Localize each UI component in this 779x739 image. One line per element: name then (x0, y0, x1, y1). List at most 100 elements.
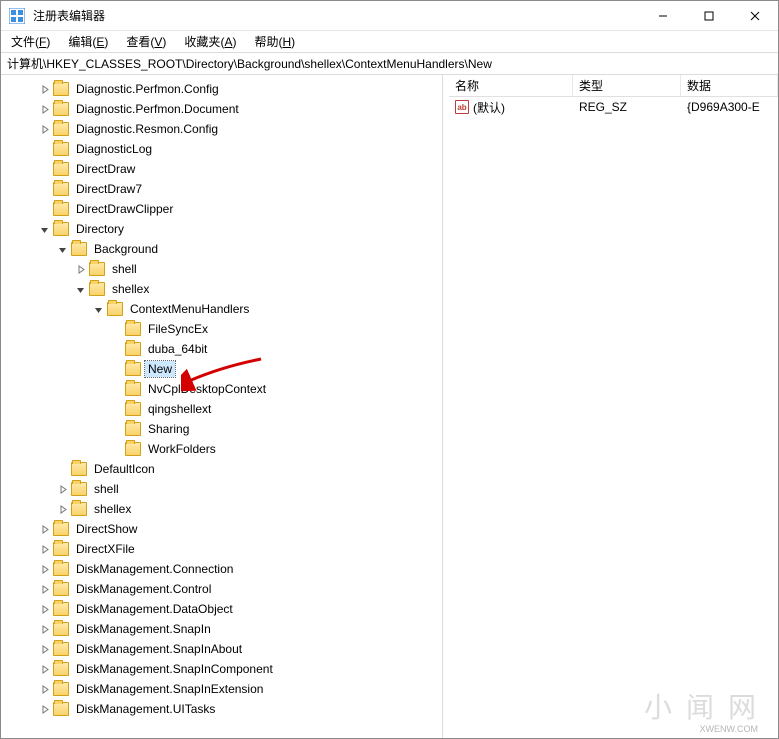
no-toggle-icon (37, 182, 51, 196)
expand-icon[interactable] (37, 102, 51, 116)
window-close-button[interactable] (732, 1, 778, 31)
tree-item-diagnostic-resmon-config[interactable]: Diagnostic.Resmon.Config (1, 119, 442, 139)
collapse-icon[interactable] (55, 242, 69, 256)
tree-item-shellex[interactable]: shellex (1, 279, 442, 299)
list-row[interactable]: ab(默认)REG_SZ{D969A300-E (449, 97, 778, 117)
tree-item-workfolders[interactable]: WorkFolders (1, 439, 442, 459)
collapse-icon[interactable] (73, 282, 87, 296)
tree-item-diskmanagement-snapin[interactable]: DiskManagement.SnapIn (1, 619, 442, 639)
tree-item-directdrawclipper[interactable]: DirectDrawClipper (1, 199, 442, 219)
expand-icon[interactable] (37, 562, 51, 576)
folder-icon (53, 222, 69, 236)
folder-icon (53, 642, 69, 656)
expand-icon[interactable] (37, 622, 51, 636)
tree-item-shell[interactable]: shell (1, 259, 442, 279)
tree-item-directdraw[interactable]: DirectDraw (1, 159, 442, 179)
tree-item-diskmanagement-control[interactable]: DiskManagement.Control (1, 579, 442, 599)
menu-help[interactable]: 帮助(H) (252, 31, 297, 52)
tree-item-duba-64bit[interactable]: duba_64bit (1, 339, 442, 359)
column-header-name[interactable]: 名称 (449, 75, 573, 96)
menu-file[interactable]: 文件(F) (9, 31, 52, 52)
expand-icon[interactable] (37, 542, 51, 556)
tree-item-label: shell (91, 481, 122, 497)
tree-item-diskmanagement-dataobject[interactable]: DiskManagement.DataObject (1, 599, 442, 619)
watermark-url: XWENW.COM (700, 724, 759, 734)
expand-icon[interactable] (37, 602, 51, 616)
collapse-icon[interactable] (91, 302, 105, 316)
content-area: Diagnostic.Perfmon.ConfigDiagnostic.Perf… (1, 75, 778, 738)
no-toggle-icon (109, 442, 123, 456)
folder-icon (125, 362, 141, 376)
tree-pane: Diagnostic.Perfmon.ConfigDiagnostic.Perf… (1, 75, 443, 738)
tree-item-directxfile[interactable]: DirectXFile (1, 539, 442, 559)
expand-icon[interactable] (55, 502, 69, 516)
tree-item-diagnostic-perfmon-config[interactable]: Diagnostic.Perfmon.Config (1, 79, 442, 99)
tree-item-label: Sharing (145, 421, 192, 437)
expand-icon[interactable] (55, 482, 69, 496)
tree-item-diskmanagement-uitasks[interactable]: DiskManagement.UITasks (1, 699, 442, 719)
expand-icon[interactable] (37, 642, 51, 656)
expand-icon[interactable] (37, 702, 51, 716)
no-toggle-icon (109, 362, 123, 376)
tree-item-label: shell (109, 261, 140, 277)
tree-item-sharing[interactable]: Sharing (1, 419, 442, 439)
no-toggle-icon (37, 142, 51, 156)
folder-icon (71, 462, 87, 476)
folder-icon (53, 142, 69, 156)
tree-item-diskmanagement-snapincomponent[interactable]: DiskManagement.SnapInComponent (1, 659, 442, 679)
menu-favorites[interactable]: 收藏夹(A) (182, 31, 238, 52)
tree-item-label: shellex (91, 501, 134, 517)
expand-icon[interactable] (37, 582, 51, 596)
tree-item-diagnosticlog[interactable]: DiagnosticLog (1, 139, 442, 159)
folder-icon (53, 662, 69, 676)
menu-view[interactable]: 查看(V) (124, 31, 168, 52)
window-minimize-button[interactable] (640, 1, 686, 31)
tree-item-nvcpldesktopcontext[interactable]: NvCplDesktopContext (1, 379, 442, 399)
tree-item-label: FileSyncEx (145, 321, 211, 337)
tree-item-label: DirectDraw7 (73, 181, 145, 197)
no-toggle-icon (109, 382, 123, 396)
expand-icon[interactable] (37, 662, 51, 676)
tree-item-shellex[interactable]: shellex (1, 499, 442, 519)
tree-item-new[interactable]: New (1, 359, 442, 379)
window-maximize-button[interactable] (686, 1, 732, 31)
column-header-data[interactable]: 数据 (681, 75, 778, 96)
tree-item-diagnostic-perfmon-document[interactable]: Diagnostic.Perfmon.Document (1, 99, 442, 119)
tree-item-label: DiskManagement.SnapInComponent (73, 661, 276, 677)
menu-edit[interactable]: 编辑(E) (66, 31, 110, 52)
tree-item-defaulticon[interactable]: DefaultIcon (1, 459, 442, 479)
tree-item-contextmenuhandlers[interactable]: ContextMenuHandlers (1, 299, 442, 319)
tree-item-label: DirectDraw (73, 161, 138, 177)
registry-editor-window: 注册表编辑器 文件(F) 编辑(E) 查看(V) 收藏夹(A) 帮助(H) 计算… (0, 0, 779, 739)
folder-icon (53, 682, 69, 696)
expand-icon[interactable] (37, 682, 51, 696)
tree-item-diskmanagement-connection[interactable]: DiskManagement.Connection (1, 559, 442, 579)
tree-item-directdraw7[interactable]: DirectDraw7 (1, 179, 442, 199)
tree-item-label: WorkFolders (145, 441, 219, 457)
tree-item-directshow[interactable]: DirectShow (1, 519, 442, 539)
expand-icon[interactable] (37, 122, 51, 136)
tree-item-diskmanagement-snapinabout[interactable]: DiskManagement.SnapInAbout (1, 639, 442, 659)
no-toggle-icon (109, 402, 123, 416)
folder-icon (53, 562, 69, 576)
address-bar[interactable]: 计算机\HKEY_CLASSES_ROOT\Directory\Backgrou… (1, 53, 778, 75)
expand-icon[interactable] (37, 82, 51, 96)
tree-item-label: DiskManagement.SnapIn (73, 621, 214, 637)
window-controls (640, 1, 778, 31)
list-body[interactable]: ab(默认)REG_SZ{D969A300-E 小闻网 XWENW.COM (449, 97, 778, 738)
column-header-type[interactable]: 类型 (573, 75, 681, 96)
no-toggle-icon (109, 342, 123, 356)
tree-item-label: NvCplDesktopContext (145, 381, 269, 397)
tree-item-shell[interactable]: shell (1, 479, 442, 499)
expand-icon[interactable] (73, 262, 87, 276)
tree-view[interactable]: Diagnostic.Perfmon.ConfigDiagnostic.Perf… (1, 75, 442, 738)
tree-item-qingshellext[interactable]: qingshellext (1, 399, 442, 419)
tree-item-background[interactable]: Background (1, 239, 442, 259)
collapse-icon[interactable] (37, 222, 51, 236)
expand-icon[interactable] (37, 522, 51, 536)
tree-item-label: DiskManagement.Connection (73, 561, 236, 577)
tree-item-filesyncex[interactable]: FileSyncEx (1, 319, 442, 339)
tree-item-diskmanagement-snapinextension[interactable]: DiskManagement.SnapInExtension (1, 679, 442, 699)
tree-item-directory[interactable]: Directory (1, 219, 442, 239)
tree-item-label: shellex (109, 281, 152, 297)
